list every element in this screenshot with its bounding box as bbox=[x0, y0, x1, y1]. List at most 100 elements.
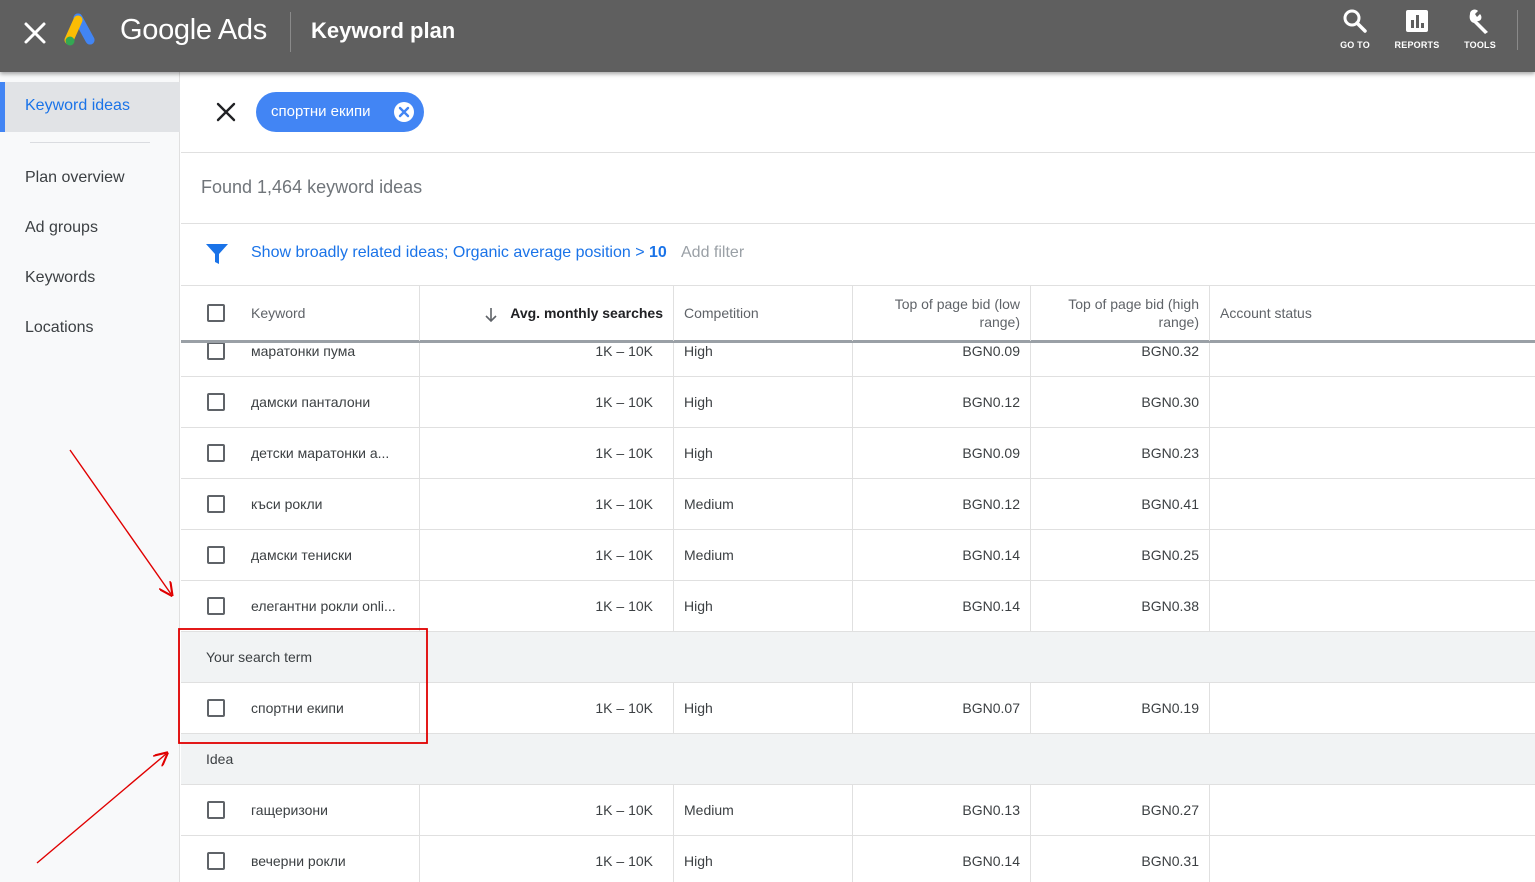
row-checkbox[interactable] bbox=[207, 852, 225, 870]
column-divider bbox=[1030, 479, 1031, 530]
row-checkbox[interactable] bbox=[207, 546, 225, 564]
column-bid-high[interactable]: Top of page bid (high range) bbox=[1031, 286, 1210, 341]
sidebar-item-locations[interactable]: Locations bbox=[25, 319, 94, 337]
column-divider bbox=[1209, 479, 1210, 530]
table-row[interactable]: елегантни рокли onli... 1K – 10K High BGN0.… bbox=[181, 581, 1535, 632]
reports-button[interactable]: REPORTS bbox=[1387, 8, 1447, 50]
sidebar-item-ad-groups[interactable]: Ad groups bbox=[25, 219, 98, 237]
search-term-row[interactable]: спортни екипи 1K – 10K High BGN0.07 BGN0.19 bbox=[181, 683, 1535, 734]
row-checkbox[interactable] bbox=[207, 342, 225, 360]
search-term-group-header-label: Your search term bbox=[206, 649, 313, 665]
bid-low-cell: BGN0.09 bbox=[962, 343, 1020, 359]
column-divider bbox=[1209, 683, 1210, 734]
column-divider bbox=[673, 683, 674, 734]
row-checkbox[interactable] bbox=[207, 597, 225, 615]
bid-low-cell: BGN0.12 bbox=[962, 496, 1020, 512]
active-filter-value: 10 bbox=[649, 244, 667, 261]
sidebar-divider bbox=[30, 142, 150, 143]
bid-low-cell: BGN0.14 bbox=[962, 853, 1020, 869]
column-divider bbox=[673, 530, 674, 581]
go-to-label: GO TO bbox=[1340, 40, 1370, 50]
tools-button[interactable]: TOOLS bbox=[1450, 8, 1510, 50]
select-all-checkbox[interactable] bbox=[207, 304, 225, 322]
column-divider bbox=[1209, 581, 1210, 632]
column-bid-low[interactable]: Top of page bid (low range) bbox=[853, 286, 1031, 341]
column-divider bbox=[852, 530, 853, 581]
searches-cell: 1K – 10K bbox=[595, 394, 653, 410]
keyword-cell: дамски панталони bbox=[251, 394, 371, 410]
idea-group-header-label: Idea bbox=[206, 751, 234, 767]
table-row[interactable]: гащеризони 1K – 10K Medium BGN0.13 BGN0.27 bbox=[181, 785, 1535, 836]
keyword-cell: детски маратонки а... bbox=[251, 445, 390, 461]
go-to-button[interactable]: GO TO bbox=[1325, 8, 1385, 50]
main-content: спортни екипи Found 1,464 keyword ideas … bbox=[181, 72, 1535, 882]
search-term-chip-label: спортни екипи bbox=[271, 103, 371, 120]
sidebar-item-keyword-ideas[interactable]: Keyword ideas bbox=[0, 82, 180, 132]
search-term-group-header: Your search term bbox=[181, 632, 1535, 683]
sidebar-item-plan-overview[interactable]: Plan overview bbox=[25, 169, 125, 187]
clear-search-icon[interactable] bbox=[215, 101, 237, 123]
column-divider bbox=[1030, 683, 1031, 734]
row-checkbox[interactable] bbox=[207, 495, 225, 513]
bid-high-cell: BGN0.30 bbox=[1141, 394, 1199, 410]
column-keyword[interactable]: Keyword bbox=[251, 286, 419, 341]
column-divider bbox=[852, 428, 853, 479]
column-divider bbox=[852, 377, 853, 428]
table-row[interactable]: вечерни рокли 1K – 10K High BGN0.14 BGN0.31 bbox=[181, 836, 1535, 882]
keyword-cell: дамски тениски bbox=[251, 547, 352, 563]
column-avg-monthly-searches[interactable]: Avg. monthly searches bbox=[420, 286, 673, 341]
sidebar-item-keywords[interactable]: Keywords bbox=[25, 269, 95, 287]
column-divider bbox=[852, 581, 853, 632]
searches-cell: 1K – 10K bbox=[595, 700, 653, 716]
column-divider bbox=[1209, 785, 1210, 836]
column-divider bbox=[852, 785, 853, 836]
column-divider bbox=[1209, 377, 1210, 428]
bid-high-cell: BGN0.41 bbox=[1141, 496, 1199, 512]
column-divider bbox=[673, 785, 674, 836]
reports-label: REPORTS bbox=[1394, 40, 1440, 50]
table-row[interactable]: дамски панталони 1K – 10K High BGN0.12 BGN0.… bbox=[181, 377, 1535, 428]
google-ads-logo-icon bbox=[64, 13, 95, 46]
table-row[interactable]: дамски тениски 1K – 10K Medium BGN0.14 BGN0.… bbox=[181, 530, 1535, 581]
column-divider bbox=[419, 377, 420, 428]
sort-descending-icon bbox=[485, 308, 497, 323]
search-term-chip[interactable]: спортни екипи bbox=[256, 92, 424, 132]
column-divider bbox=[673, 479, 674, 530]
sidebar-item-label: Keyword ideas bbox=[25, 97, 130, 114]
column-competition[interactable]: Competition bbox=[684, 286, 854, 341]
bid-high-cell: BGN0.32 bbox=[1141, 343, 1199, 359]
column-divider bbox=[419, 530, 420, 581]
row-checkbox[interactable] bbox=[207, 393, 225, 411]
row-checkbox[interactable] bbox=[207, 444, 225, 462]
column-divider bbox=[852, 836, 853, 882]
searches-cell: 1K – 10K bbox=[595, 598, 653, 614]
competition-cell: High bbox=[684, 445, 713, 461]
column-divider bbox=[1030, 836, 1031, 882]
add-filter-button[interactable]: Add filter bbox=[681, 244, 744, 262]
bid-high-cell: BGN0.38 bbox=[1141, 598, 1199, 614]
column-divider bbox=[1030, 428, 1031, 479]
bid-high-cell: BGN0.23 bbox=[1141, 445, 1199, 461]
column-divider bbox=[673, 836, 674, 882]
column-divider bbox=[1209, 286, 1210, 341]
searches-cell: 1K – 10K bbox=[595, 496, 653, 512]
competition-cell: High bbox=[684, 394, 713, 410]
table-row[interactable]: къси рокли 1K – 10K Medium BGN0.12 BGN0.41 bbox=[181, 479, 1535, 530]
table-row[interactable]: детски маратонки а... 1K – 10K High BGN0.09… bbox=[181, 428, 1535, 479]
tools-label: TOOLS bbox=[1464, 40, 1496, 50]
remove-chip-icon[interactable] bbox=[394, 102, 414, 122]
column-divider bbox=[1030, 530, 1031, 581]
sidebar: Keyword ideas Plan overview Ad groups Ke… bbox=[0, 72, 180, 882]
column-divider bbox=[419, 683, 420, 734]
row-checkbox[interactable] bbox=[207, 801, 225, 819]
filter-icon[interactable] bbox=[205, 242, 229, 266]
bid-low-cell: BGN0.09 bbox=[962, 445, 1020, 461]
active-filter[interactable]: Show broadly related ideas; Organic aver… bbox=[251, 244, 667, 262]
competition-cell: Medium bbox=[684, 547, 734, 563]
close-icon[interactable] bbox=[20, 18, 50, 48]
column-account-status[interactable]: Account status bbox=[1220, 286, 1520, 341]
column-divider bbox=[673, 286, 674, 341]
row-checkbox[interactable] bbox=[207, 699, 225, 717]
column-divider bbox=[852, 683, 853, 734]
divider bbox=[181, 152, 1535, 153]
